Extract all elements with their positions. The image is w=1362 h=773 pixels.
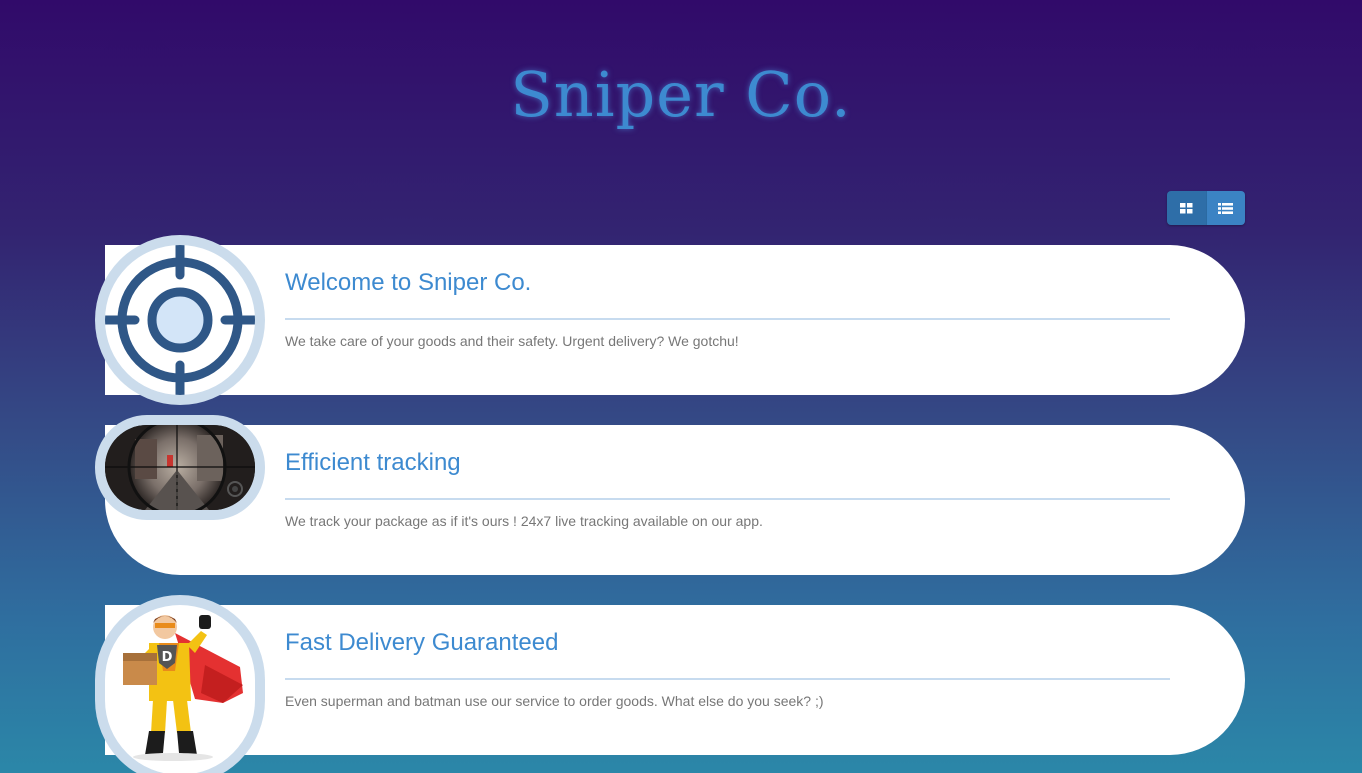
card-title: Welcome to Sniper Co. <box>285 269 532 296</box>
card-image-frame <box>95 235 265 405</box>
card-divider <box>285 498 1170 500</box>
card-text: Even superman and batman use our service… <box>285 693 824 709</box>
card-text: We track your package as if it's ours ! … <box>285 513 763 529</box>
card-welcome: Welcome to Sniper Co. We take care of yo… <box>105 245 1245 395</box>
card-title: Efficient tracking <box>285 449 461 476</box>
grid-icon <box>1179 202 1193 213</box>
card-delivery: Fast Delivery Guaranteed Even superman a… <box>105 605 1245 755</box>
list-view-button[interactable] <box>1205 191 1245 225</box>
card-image-frame <box>95 415 265 520</box>
card-tracking: Efficient tracking We track your package… <box>105 425 1245 575</box>
card-image-frame: D <box>95 595 265 773</box>
grid-view-button[interactable] <box>1167 191 1206 225</box>
crosshair-icon <box>105 245 255 395</box>
card-title: Fast Delivery Guaranteed <box>285 629 559 656</box>
view-toggle <box>1167 191 1245 225</box>
card-divider <box>285 318 1170 320</box>
list-icon <box>1218 202 1234 214</box>
delivery-superhero-image: D <box>105 605 255 773</box>
svg-text:D: D <box>162 650 173 665</box>
scope-view-image <box>105 425 255 510</box>
card-divider <box>285 678 1170 680</box>
site-title: Sniper Co. <box>510 58 852 131</box>
card-text: We take care of your goods and their saf… <box>285 333 739 349</box>
